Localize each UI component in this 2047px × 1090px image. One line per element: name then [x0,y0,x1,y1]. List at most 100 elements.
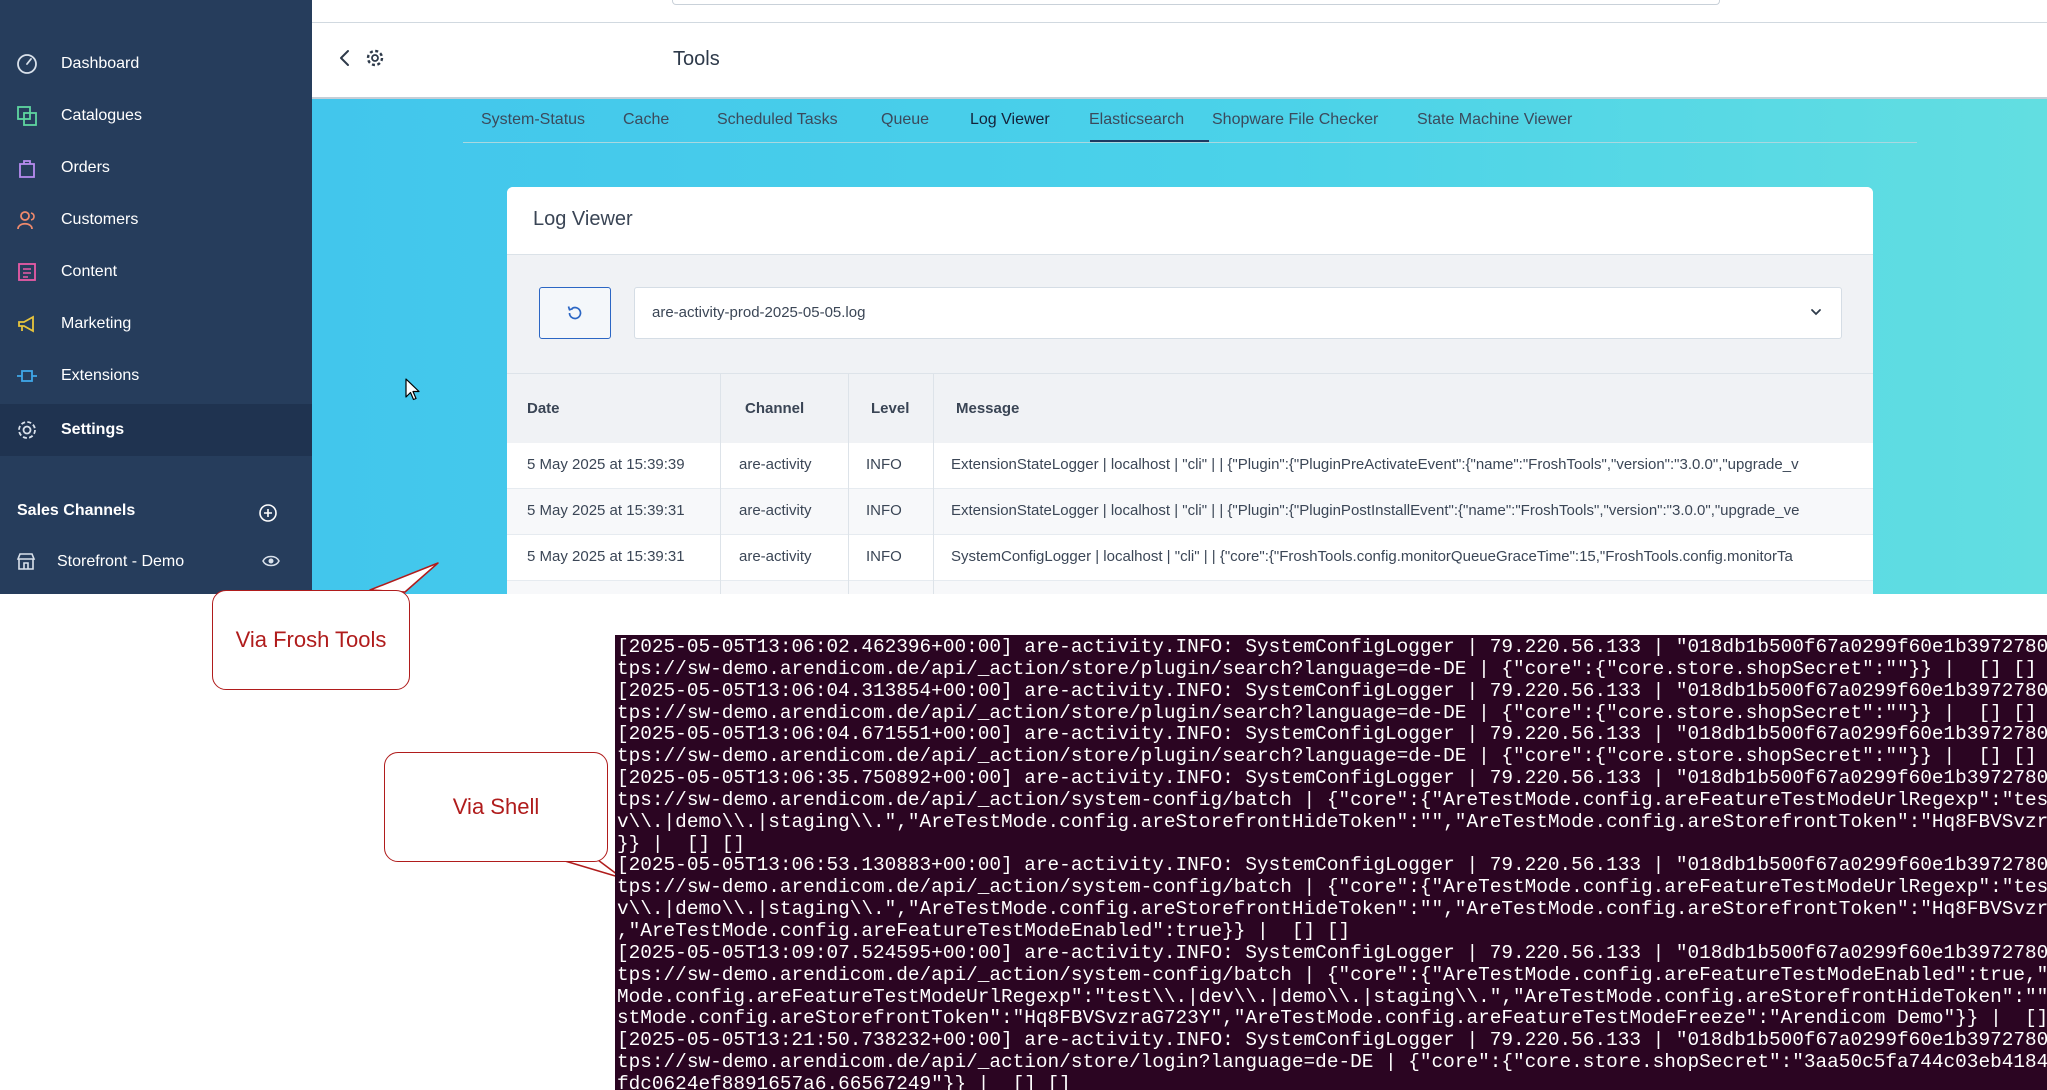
tab-state-machine-viewer[interactable]: State Machine Viewer [1417,111,1572,129]
sidebar-item-label: Marketing [61,315,132,332]
shell-line: tps://sw-demo.arendicom.de/api/_action/s… [617,1051,2047,1074]
column-divider [848,373,849,594]
sidebar-item-label: Settings [61,421,125,438]
sidebar-item-extensions[interactable]: Extensions [0,350,312,402]
shell-line: }} | [] [] [617,832,745,855]
sidebar-item-label: Catalogues [61,107,142,124]
shell-line: Mode.config.areFeatureTestModeUrlRegexp"… [617,985,2047,1008]
shell-line: [2025-05-05T13:06:04.671551+00:00] are-a… [617,723,2047,746]
table-row[interactable] [507,581,1873,594]
sales-channel-label: Storefront - Demo [57,553,185,570]
log-file-select[interactable]: are-activity-prod-2025-05-05.log [634,287,1842,339]
column-header-channel[interactable]: Channel [745,400,804,417]
dashboard-icon [15,52,39,76]
tools-tabs: System-Status Cache Scheduled Tasks Queu… [463,99,1917,143]
shell-line: tps://sw-demo.arendicom.de/api/_action/s… [617,963,2047,986]
cell-level: INFO [866,456,902,473]
table-row[interactable]: 5 May 2025 at 15:39:39 are-activity INFO… [507,443,1873,489]
sidebar-item-customers[interactable]: Customers [0,194,312,246]
cell-message: SystemConfigLogger | localhost | "cli" |… [951,548,1793,565]
cell-channel: are-activity [739,456,812,473]
gear-icon[interactable] [364,47,386,69]
eye-icon[interactable] [262,554,280,573]
tab-log-viewer[interactable]: Log Viewer [970,111,1050,129]
shell-line: ,"AreTestMode.config.areFeatureTestModeE… [617,919,1351,942]
sidebar-item-label: Extensions [61,367,140,384]
callout-shell-label: Via Shell [452,794,540,819]
active-tab-indicator [1090,140,1209,142]
chevron-down-icon [1809,305,1823,324]
tools-content: System-Status Cache Scheduled Tasks Queu… [312,99,2047,594]
cell-level: INFO [866,548,902,565]
shell-line: tps://sw-demo.arendicom.de/api/_action/s… [617,876,2047,899]
search-input[interactable] [672,0,1720,5]
tab-queue[interactable]: Queue [881,111,929,129]
tab-scheduled-tasks[interactable]: Scheduled Tasks [717,111,838,129]
sidebar-item-dashboard[interactable]: Dashboard [0,38,312,90]
card-header: Log Viewer [507,187,1873,255]
callout-frosh-tools-label: Via Frosh Tools [235,627,387,652]
sidebar-item-content[interactable]: Content [0,246,312,298]
callout-shell: Via Shell [384,752,608,862]
sales-channels-title: Sales Channels [17,502,136,519]
shell-terminal: [2025-05-05T13:06:02.462396+00:00] are-a… [615,635,2047,1090]
shell-line: [2025-05-05T13:06:04.313854+00:00] are-a… [617,679,2047,702]
column-header-date[interactable]: Date [527,400,560,417]
table-row[interactable]: 5 May 2025 at 15:39:31 are-activity INFO… [507,489,1873,535]
tab-elasticsearch[interactable]: Elasticsearch [1089,111,1184,129]
marketing-icon [15,312,39,336]
cell-level: INFO [866,502,902,519]
log-table-header: Date Channel Level Message [507,373,1873,445]
shell-line: tps://sw-demo.arendicom.de/api/_action/s… [617,745,2037,768]
shell-line: stMode.config.areStorefrontToken":"Hq8FB… [617,1007,2047,1030]
shell-line: [2025-05-05T13:06:35.750892+00:00] are-a… [617,767,2047,790]
sidebar-item-marketing[interactable]: Marketing [0,298,312,350]
card-title: Log Viewer [533,208,633,230]
settings-icon [15,418,39,442]
add-sales-channel-icon[interactable] [258,503,278,523]
cell-date: 5 May 2025 at 15:39:31 [527,502,685,519]
shell-line: [2025-05-05T13:06:53.130883+00:00] are-a… [617,854,2047,877]
cell-date: 5 May 2025 at 15:39:31 [527,548,685,565]
shell-line: tps://sw-demo.arendicom.de/api/_action/s… [617,657,2037,680]
admin-sidebar: Dashboard Catalogues Orders Customers Co… [0,0,312,594]
sidebar-item-label: Content [61,263,118,280]
sidebar-item-label: Orders [61,159,110,176]
table-row[interactable]: 5 May 2025 at 15:39:31 are-activity INFO… [507,535,1873,581]
refresh-icon [567,306,582,320]
tab-cache[interactable]: Cache [623,111,669,129]
shell-line: tps://sw-demo.arendicom.de/api/_action/s… [617,788,2047,811]
refresh-button[interactable] [539,287,611,339]
shell-line: fdc0624ef8891657a6.66567249"}} | [] [] [617,1072,1071,1090]
customers-icon [15,208,39,232]
column-header-level[interactable]: Level [871,400,909,417]
page-header: Tools [312,23,2047,99]
catalogue-icon [15,104,39,128]
shell-line: v\\.|demo\\.|staging\\.","AreTestMode.co… [617,898,2047,921]
shell-line: [2025-05-05T13:06:02.462396+00:00] are-a… [617,636,2047,658]
column-divider [933,373,934,594]
tab-shopware-file-checker[interactable]: Shopware File Checker [1212,111,1378,129]
log-viewer-card: Log Viewer are-activity-prod-2025-05-05.… [507,187,1873,594]
sidebar-item-label: Customers [61,211,139,228]
cell-message: ExtensionStateLogger | localhost | "cli"… [951,456,1799,473]
sidebar-item-catalogues[interactable]: Catalogues [0,90,312,142]
storefront-icon [16,551,36,576]
cell-channel: are-activity [739,502,812,519]
shell-line: tps://sw-demo.arendicom.de/api/_action/s… [617,701,2037,724]
mouse-cursor-icon [405,378,421,407]
column-header-message[interactable]: Message [956,400,1019,417]
shell-line: [2025-05-05T13:21:50.738232+00:00] are-a… [617,1029,2047,1052]
callout-frosh-tools: Via Frosh Tools [212,590,410,690]
sales-channel-item[interactable]: Storefront - Demo [0,540,312,584]
back-icon[interactable] [334,47,356,69]
extensions-icon [15,364,39,388]
global-search-bar [312,0,2047,23]
sidebar-item-settings[interactable]: Settings [0,404,312,456]
cell-channel: are-activity [739,548,812,565]
cell-message: ExtensionStateLogger | localhost | "cli"… [951,502,1800,519]
sidebar-item-orders[interactable]: Orders [0,142,312,194]
orders-icon [15,156,39,180]
sidebar-item-label: Dashboard [61,55,140,72]
tab-system-status[interactable]: System-Status [481,111,585,129]
